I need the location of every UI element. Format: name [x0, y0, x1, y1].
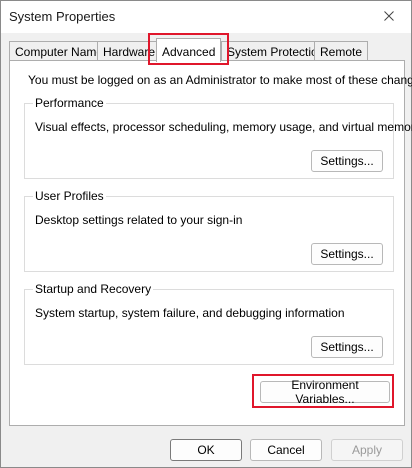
title-bar: System Properties — [1, 1, 411, 33]
user-profiles-description: Desktop settings related to your sign-in — [35, 213, 243, 227]
startup-recovery-label: Startup and Recovery — [33, 282, 154, 296]
tab-computer-name[interactable]: Computer Name — [9, 41, 110, 61]
environment-variables-button[interactable]: Environment Variables... — [260, 378, 390, 406]
performance-group: Performance Visual effects, processor sc… — [24, 96, 412, 179]
admin-note: You must be logged on as an Administrato… — [28, 73, 412, 87]
system-properties-window: System Properties Computer Name Hardware… — [0, 0, 412, 468]
tab-remote[interactable]: Remote — [314, 41, 369, 61]
performance-settings-button[interactable]: Settings... — [311, 150, 383, 172]
close-button[interactable] — [367, 1, 411, 33]
startup-recovery-group: Startup and Recovery System startup, sys… — [24, 282, 394, 365]
performance-label: Performance — [33, 96, 106, 110]
user-profiles-group: User Profiles Desktop settings related t… — [24, 189, 394, 272]
startup-recovery-description: System startup, system failure, and debu… — [35, 306, 345, 320]
startup-recovery-settings-button[interactable]: Settings... — [311, 336, 383, 358]
cancel-button[interactable]: Cancel — [250, 439, 322, 461]
ok-button[interactable]: OK — [170, 439, 242, 461]
apply-button[interactable]: Apply — [331, 439, 403, 461]
advanced-panel: You must be logged on as an Administrato… — [9, 60, 412, 426]
performance-description: Visual effects, processor scheduling, me… — [35, 120, 412, 134]
close-icon — [384, 10, 394, 24]
tab-advanced[interactable]: Advanced — [156, 38, 222, 62]
user-profiles-settings-button[interactable]: Settings... — [311, 243, 383, 265]
window-title: System Properties — [9, 9, 116, 24]
user-profiles-label: User Profiles — [33, 189, 106, 203]
tab-hardware[interactable]: Hardware — [97, 41, 162, 61]
tab-bar: Computer Name Hardware Advanced System P… — [9, 38, 405, 62]
